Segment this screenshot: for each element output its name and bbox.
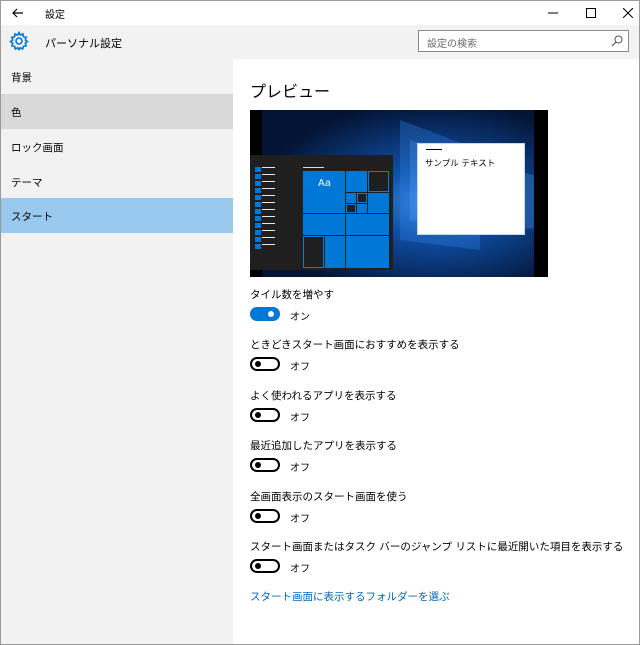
setting-label-most-used: よく使われるアプリを表示する	[250, 390, 397, 402]
toggle-state-text: オフ	[290, 564, 310, 575]
setting-label-jump-lists: スタート画面またはタスク バーのジャンプ リストに最近開いた項目を表示する	[250, 541, 624, 553]
toggle-knob	[255, 513, 261, 519]
search-input[interactable]: 設定の検索	[418, 30, 629, 52]
preview-tile	[303, 236, 324, 268]
sidebar-item-label: 色	[11, 107, 22, 119]
preview-tile	[357, 193, 367, 203]
sidebar-item-label: 背景	[11, 72, 32, 84]
close-button[interactable]	[606, 1, 639, 25]
gear-icon	[9, 31, 29, 51]
toggle-most-used[interactable]	[250, 408, 280, 422]
sidebar-item-themes[interactable]: テーマ	[1, 164, 233, 199]
back-arrow-icon	[12, 8, 23, 18]
main-content: プレビュー Aa サンプル テキスト タイル数を増やす オン ときどきスタート画…	[233, 59, 639, 644]
sidebar-item-lock-screen[interactable]: ロック画面	[1, 129, 233, 164]
preview-start-menu: Aa	[250, 155, 393, 270]
toggle-knob	[255, 563, 261, 569]
preview-tile	[346, 171, 367, 192]
start-preview-image: Aa サンプル テキスト	[250, 110, 548, 277]
preview-tile	[346, 193, 356, 203]
toggle-state-text: オフ	[290, 463, 310, 474]
preview-tile	[346, 236, 389, 268]
preview-sample-window: サンプル テキスト	[417, 143, 525, 235]
toggle-state-text: オフ	[290, 514, 310, 525]
back-button[interactable]	[1, 1, 35, 25]
title-bar: 設定	[1, 1, 639, 25]
preview-tile	[325, 236, 345, 268]
sidebar-item-color[interactable]: 色	[1, 94, 233, 129]
preview-app-list-lines	[262, 167, 276, 251]
search-placeholder: 設定の検索	[427, 39, 477, 50]
setting-label-full-screen: 全画面表示のスタート画面を使う	[250, 491, 408, 503]
preview-tile-text: Aa	[318, 178, 331, 189]
preview-app-list-icons	[255, 167, 261, 251]
toggle-state-text: オフ	[290, 362, 310, 373]
settings-window: 設定 パーソナル設定 設定の検索 背景 色 ロック画面 テーマ スタート プレビ…	[0, 0, 640, 645]
sidebar-item-label: ロック画面	[11, 142, 64, 154]
preview-tile-aa: Aa	[303, 171, 345, 213]
toggle-state-text: オフ	[290, 413, 310, 424]
window-title: 設定	[45, 10, 65, 21]
minimize-icon	[548, 12, 558, 14]
sidebar-item-background[interactable]: 背景	[1, 59, 233, 94]
search-icon[interactable]	[611, 35, 623, 47]
preview-tile	[346, 214, 389, 235]
toggle-knob	[255, 412, 261, 418]
preview-tile	[368, 193, 389, 213]
page-title: パーソナル設定	[45, 37, 122, 50]
sidebar-item-start[interactable]: スタート	[1, 198, 233, 233]
preview-window-text: サンプル テキスト	[425, 159, 496, 169]
preview-tile	[357, 204, 367, 213]
setting-label-suggestions: ときどきスタート画面におすすめを表示する	[250, 339, 460, 351]
preview-tile-grid: Aa	[303, 171, 389, 268]
toggle-knob	[268, 311, 274, 317]
maximize-icon	[586, 8, 596, 18]
preview-right-edge	[534, 110, 548, 277]
toggle-recently-added[interactable]	[250, 458, 280, 472]
toggle-full-screen[interactable]	[250, 509, 280, 523]
choose-folders-link[interactable]: スタート画面に表示するフォルダーを選ぶ	[250, 589, 450, 604]
toggle-suggestions[interactable]	[250, 357, 280, 371]
toggle-knob	[255, 462, 261, 468]
sidebar-item-label: スタート	[11, 211, 53, 223]
toggle-state-text: オン	[290, 312, 310, 323]
sidebar-item-label: テーマ	[11, 177, 43, 189]
close-icon	[623, 8, 633, 18]
toggle-more-tiles[interactable]	[250, 307, 280, 321]
toggle-knob	[255, 361, 261, 367]
sidebar: 背景 色 ロック画面 テーマ スタート	[1, 59, 233, 644]
preview-tile	[346, 204, 356, 213]
preview-heading: プレビュー	[250, 82, 331, 101]
setting-label-recently-added: 最近追加したアプリを表示する	[250, 440, 397, 452]
setting-label-more-tiles: タイル数を増やす	[250, 289, 334, 301]
preview-tile	[368, 171, 389, 192]
toggle-jump-lists[interactable]	[250, 559, 280, 573]
page-header: パーソナル設定 設定の検索	[1, 25, 639, 59]
preview-window-bar	[426, 149, 442, 150]
preview-tile	[303, 214, 345, 235]
preview-tiles-heading	[303, 167, 324, 168]
